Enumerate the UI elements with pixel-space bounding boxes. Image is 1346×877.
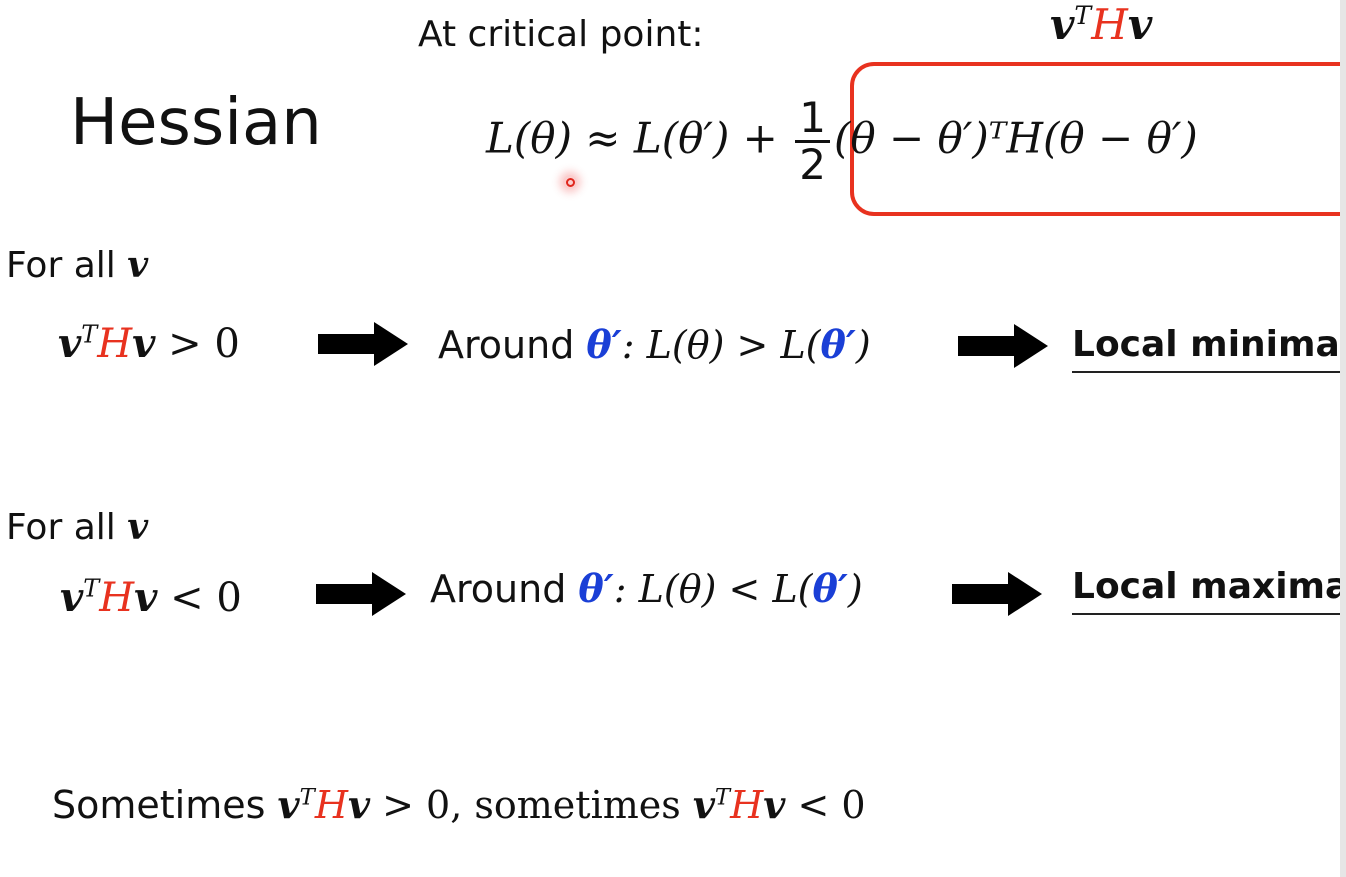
critical-point-label: At critical point: [418, 14, 704, 55]
forall-label-2: For all v [6, 506, 149, 548]
right-arrow-icon [318, 322, 408, 366]
v-symbol: v [1050, 0, 1075, 49]
inequality-positive: vTHv > 0 [58, 320, 240, 367]
pointer-cursor-icon [563, 175, 577, 189]
hessian-symbol: H [1091, 0, 1128, 49]
quadratic-form-label: vTHv [1050, 0, 1152, 49]
taylor-lhs: L(θ) [486, 113, 572, 163]
taylor-expansion: L(θ) ≈ L(θ′) + 1 2 (θ − θ′)ᵀH(θ − θ′) [486, 95, 1198, 187]
result-local-maxima: Local maxima [1072, 566, 1346, 615]
result-local-minima: Local minima [1072, 324, 1340, 373]
v-symbol: v [1127, 0, 1153, 49]
around-condition-1: Around θ′: L(θ) > L(θ′) [438, 322, 871, 367]
sometimes-statement: Sometimes vTHv > 0, sometimes vTHv < 0 [52, 782, 866, 827]
inequality-negative: vTHv < 0 [60, 574, 242, 621]
right-arrow-icon [958, 324, 1048, 368]
one-half-fraction: 12 [795, 95, 830, 187]
right-arrow-icon [952, 572, 1042, 616]
page-title: Hessian [70, 86, 322, 160]
forall-label-1: For all v [6, 244, 149, 286]
transpose-symbol: T [1074, 1, 1092, 30]
around-condition-2: Around θ′: L(θ) < L(θ′) [430, 566, 863, 611]
taylor-quadratic: (θ − θ′)ᵀH(θ − θ′) [833, 113, 1198, 163]
taylor-approx: ≈ L(θ′) + [571, 113, 792, 163]
right-arrow-icon [316, 572, 406, 616]
slide-edge [1340, 0, 1346, 877]
